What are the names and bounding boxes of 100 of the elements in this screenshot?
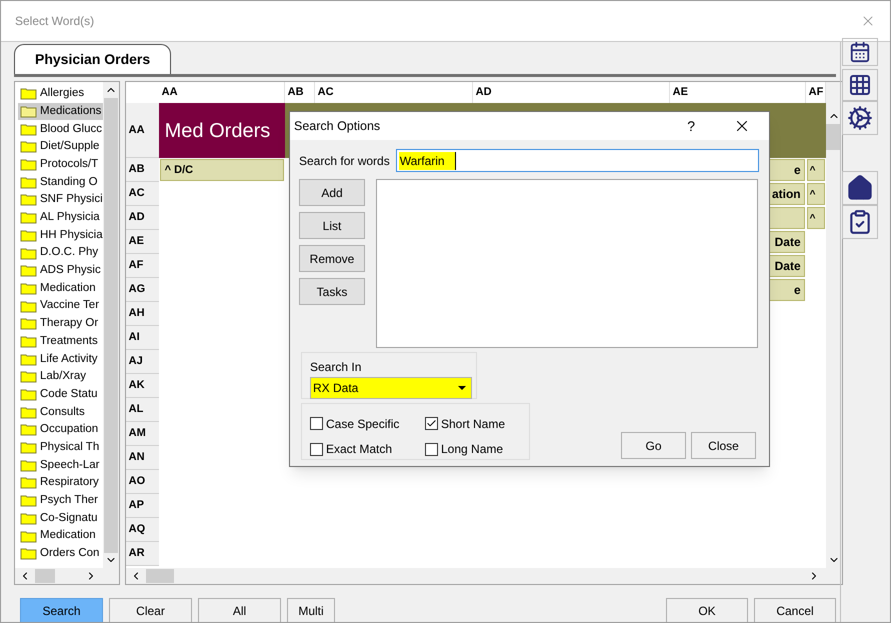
- tree-item[interactable]: Standing O: [18, 173, 103, 192]
- close-button[interactable]: Close: [691, 432, 756, 459]
- folder-icon: [20, 530, 37, 543]
- row-header: AC: [126, 182, 159, 206]
- folder-icon: [20, 122, 37, 136]
- toolbar-button[interactable]: [842, 38, 878, 66]
- checkbox[interactable]: [425, 417, 438, 430]
- checkbox-label: Long Name: [441, 441, 504, 458]
- tree-item[interactable]: AL Physicia: [18, 208, 103, 226]
- toolbar-button[interactable]: Clear: [109, 598, 192, 622]
- folder-icon: [20, 193, 37, 206]
- folder-icon: [20, 547, 37, 560]
- scroll-thumb[interactable]: [35, 569, 55, 583]
- row-header: AD: [126, 206, 159, 230]
- tree-item[interactable]: Medication: [18, 280, 103, 298]
- tree-item[interactable]: Consults: [18, 403, 103, 422]
- tree-item[interactable]: Physical Th: [18, 438, 103, 456]
- tree-item[interactable]: Medications: [18, 102, 103, 120]
- search-field[interactable]: Warfarin: [396, 149, 759, 172]
- tree-item[interactable]: Respiratory: [18, 474, 103, 492]
- row-header: AA: [126, 103, 159, 158]
- tree-item[interactable]: Occupation: [18, 421, 103, 439]
- tree-item[interactable]: Speech-Lar: [18, 456, 103, 474]
- row-header: AP: [126, 494, 159, 518]
- row-header: AN: [126, 446, 159, 470]
- tree-item[interactable]: Diet/Supple: [18, 138, 103, 156]
- tree-item[interactable]: ADS Physic: [18, 262, 103, 280]
- tree-item[interactable]: HH Physicia: [18, 226, 103, 244]
- folder-icon: [20, 441, 37, 454]
- tree-item[interactable]: Therapy Or: [18, 314, 103, 333]
- tree-item[interactable]: Psych Ther: [18, 492, 103, 510]
- toolbar-button[interactable]: [842, 69, 878, 101]
- scroll-thumb[interactable]: [104, 98, 118, 553]
- folder-icon: [20, 334, 37, 348]
- order-cell[interactable]: ^ D/C: [160, 159, 284, 181]
- order-cell[interactable]: ^: [806, 183, 825, 205]
- folder-icon: [20, 370, 37, 384]
- vertical-scrollbar[interactable]: [826, 82, 842, 568]
- toolbar-button[interactable]: All: [198, 598, 281, 622]
- folder-icon: [20, 105, 37, 118]
- tab[interactable]: Physician Orders: [14, 44, 172, 74]
- gears-icon: [846, 105, 872, 131]
- toolbar-button[interactable]: [842, 101, 878, 135]
- row-header: AK: [126, 374, 159, 398]
- group-label: Search In: [310, 359, 362, 376]
- tree-item[interactable]: Co-Signatu: [18, 510, 103, 528]
- tree-item[interactable]: SNF Physici: [18, 191, 103, 209]
- toolbar-button[interactable]: Multi: [287, 598, 335, 622]
- tree-item[interactable]: Allergies: [18, 85, 103, 103]
- folder-icon: [20, 352, 37, 366]
- row-header: AB: [126, 158, 159, 182]
- folder-icon: [20, 158, 37, 172]
- horizontal-scrollbar[interactable]: [126, 568, 842, 584]
- tree-item[interactable]: Life Activity: [18, 350, 103, 368]
- folder-icon: [20, 282, 37, 295]
- row-header: AQ: [126, 518, 159, 542]
- tree-item[interactable]: Code Statu: [18, 386, 103, 404]
- folder-icon: [20, 228, 37, 242]
- scroll-thumb[interactable]: [826, 124, 842, 150]
- folder-icon: [20, 211, 37, 224]
- folder-icon: [20, 406, 37, 419]
- tree-item[interactable]: Protocols/T: [18, 156, 103, 174]
- dialog-button[interactable]: Tasks: [299, 278, 365, 305]
- toolbar-button[interactable]: Search: [20, 598, 103, 622]
- scroll-thumb[interactable]: [146, 569, 174, 583]
- dialog-title: Search Options: [294, 118, 380, 135]
- vertical-scrollbar[interactable]: [102, 82, 119, 568]
- calendar-icon: [848, 41, 870, 63]
- ok-button[interactable]: OK: [666, 598, 748, 622]
- checkbox[interactable]: [425, 442, 438, 456]
- section-title: Med Orders: [158, 103, 285, 158]
- row-header: AG: [126, 278, 159, 302]
- go-button[interactable]: Go: [621, 432, 686, 459]
- dialog-button[interactable]: List: [299, 212, 365, 239]
- tree-item[interactable]: Lab/Xray: [18, 368, 103, 386]
- tree-item[interactable]: Medication: [18, 527, 103, 545]
- folder-icon: [20, 176, 37, 189]
- dialog-button[interactable]: Remove: [299, 245, 365, 272]
- order-cell[interactable]: ^: [806, 207, 825, 229]
- dialog-button[interactable]: Add: [299, 179, 365, 206]
- tree-item[interactable]: Treatments: [18, 332, 103, 350]
- home-icon: [846, 174, 874, 202]
- search-in-dropdown[interactable]: RX Data: [310, 377, 472, 399]
- folder-icon: [20, 476, 37, 490]
- folder-icon: [20, 246, 37, 260]
- tree-item[interactable]: D.O.C. Phy: [18, 244, 103, 262]
- checkbox[interactable]: [310, 417, 323, 430]
- checkbox-label: Short Name: [441, 416, 506, 433]
- row-header: AE: [126, 230, 159, 254]
- order-cell[interactable]: ^: [806, 159, 825, 181]
- tree-item[interactable]: Orders Con: [18, 544, 103, 563]
- toolbar-button[interactable]: [842, 171, 878, 205]
- tree-item[interactable]: Vaccine Ter: [18, 297, 103, 315]
- toolbar-button[interactable]: [842, 205, 878, 239]
- help-button[interactable]: ?: [687, 116, 695, 136]
- cancel-button[interactable]: Cancel: [754, 598, 836, 622]
- tree-item[interactable]: Blood Glucc: [18, 120, 103, 138]
- row-header: AF: [126, 254, 159, 278]
- checkbox[interactable]: [310, 442, 323, 456]
- horizontal-scrollbar[interactable]: [15, 568, 119, 584]
